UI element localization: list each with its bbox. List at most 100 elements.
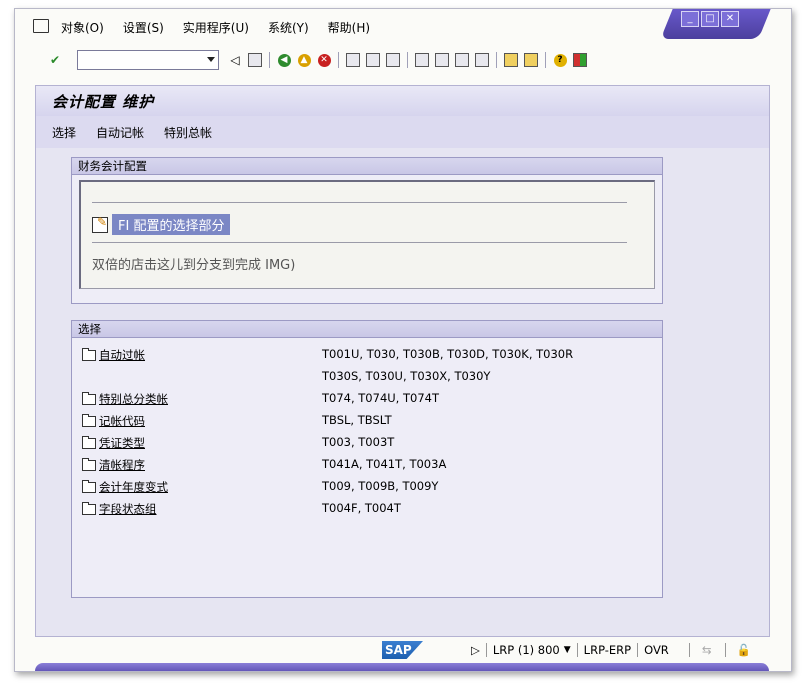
command-field[interactable] [77,50,219,70]
status-divider [485,643,487,657]
status-info: ▷ LRP (1) 800 ▼ LRP-ERP OVR ⇆ 🔓 [471,643,751,657]
status-divider [576,643,578,657]
command-dropdown-icon[interactable] [207,57,215,62]
prev-page-icon[interactable] [434,52,450,68]
selection-row[interactable]: 字段状态组 [82,501,157,517]
window-bottom-border [35,663,769,671]
minimize-button[interactable]: _ [681,11,699,27]
img-hint-text: 双倍的店击这儿到分支到完成 IMG) [92,258,296,273]
fi-config-label[interactable]: FI 配置的选择部分 [112,214,231,235]
lock-icon[interactable]: 🔓 [736,643,750,657]
table-list: T041A, T041T, T003A [322,457,447,471]
close-button[interactable]: ✕ [721,11,739,27]
selection-row[interactable]: 会计年度变式 [82,479,168,495]
status-bar: SAP ▷ LRP (1) 800 ▼ LRP-ERP OVR ⇆ 🔓 [15,637,791,665]
application-toolbar: 选择 自动记帐 特别总帐 [35,116,770,149]
content-area: 财务会计配置 ✎ FI 配置的选择部分 双倍的店击这儿到分支到完成 IMG) 选… [35,148,770,637]
print-icon[interactable] [345,52,361,68]
next-page-icon[interactable] [454,52,470,68]
selection-row[interactable]: 特别总分类帐 [82,391,168,407]
selection-link[interactable]: 记帐代码 [99,413,145,429]
fi-config-group: 财务会计配置 ✎ FI 配置的选择部分 双倍的店击这儿到分支到完成 IMG) [71,157,663,304]
menu-bar: 对象(O) 设置(S) 实用程序(U) 系统(Y) 帮助(H) [33,18,389,36]
status-divider [688,643,690,657]
maximize-button[interactable]: □ [701,11,719,27]
find-next-icon[interactable] [385,52,401,68]
menu-object[interactable]: 对象(O) [61,19,104,36]
group-title: 选择 [72,321,662,338]
selection-link[interactable]: 凭证类型 [99,435,145,451]
appbar-auto-posting-button[interactable]: 自动记帐 [96,124,144,141]
cancel-icon[interactable]: ✕ [316,52,332,68]
toolbar-separator [545,52,546,68]
status-expand-icon[interactable]: ▷ [471,643,480,657]
folder-icon [82,347,96,361]
help-icon[interactable]: ? [552,52,568,68]
back-icon[interactable]: ◀ [276,52,292,68]
last-page-icon[interactable] [474,52,490,68]
menu-settings[interactable]: 设置(S) [123,19,164,36]
new-session-icon[interactable] [503,52,519,68]
table-list: T009, T009B, T009Y [322,479,439,493]
folder-icon [82,479,96,493]
first-page-icon[interactable] [414,52,430,68]
table-list: T004F, T004T [322,501,401,515]
status-divider [725,643,727,657]
sap-logo: SAP [382,641,423,659]
selection-link[interactable]: 特别总分类帐 [99,391,168,407]
folder-icon [82,501,96,515]
appbar-select-button[interactable]: 选择 [52,124,76,141]
selection-row[interactable]: 记帐代码 [82,413,145,429]
toolbar-separator [269,52,270,68]
status-divider [637,643,639,657]
screen-title-bar: 会计配置 维护 [35,85,770,117]
fi-config-selection[interactable]: ✎ FI 配置的选择部分 [92,214,231,235]
find-icon[interactable] [365,52,381,68]
divider [92,242,627,243]
selection-row[interactable]: 自动过帐 [82,347,145,363]
folder-icon [82,391,96,405]
table-list: T003, T003T [322,435,395,449]
exit-icon[interactable]: ▲ [296,52,312,68]
window-controls: _ □ ✕ [681,11,739,27]
divider [92,202,627,203]
folder-icon [82,413,96,427]
system-dropdown-icon[interactable]: ▼ [564,645,571,655]
enter-check-icon[interactable]: ✔ [47,52,63,68]
folder-icon [82,435,96,449]
layout-menu-icon[interactable] [572,52,588,68]
selection-row[interactable]: 凭证类型 [82,435,145,451]
table-list: T074, T074U, T074T [322,391,439,405]
toolbar-separator [338,52,339,68]
table-list: T030S, T030U, T030X, T030Y [322,369,491,383]
shortcut-icon[interactable] [523,52,539,68]
toolbar-separator [496,52,497,68]
fi-config-panel: ✎ FI 配置的选择部分 双倍的店击这儿到分支到完成 IMG) [79,180,655,289]
system-info: LRP (1) 800 [492,643,560,657]
menu-utilities[interactable]: 实用程序(U) [183,19,249,36]
server-name: LRP-ERP [583,643,632,657]
appbar-special-gl-button[interactable]: 特别总帐 [164,124,212,141]
table-list: TBSL, TBSLT [322,413,392,427]
menu-help[interactable]: 帮助(H) [328,19,370,36]
selection-group: 选择 自动过帐 T001U, T030, T030B, T030D, T030K… [71,320,663,598]
selection-link[interactable]: 字段状态组 [99,501,157,517]
selection-link[interactable]: 会计年度变式 [99,479,168,495]
save-icon[interactable] [247,52,263,68]
selection-link[interactable]: 清帐程序 [99,457,145,473]
insert-mode[interactable]: OVR [644,643,669,657]
selection-row[interactable]: 清帐程序 [82,457,145,473]
collapse-left-icon[interactable]: ◁ [227,52,243,68]
system-menu-icon[interactable] [33,18,49,33]
toolbar-separator [407,52,408,68]
table-list: T001U, T030, T030B, T030D, T030K, T030R [322,347,574,361]
selection-link[interactable]: 自动过帐 [99,347,145,363]
group-title: 财务会计配置 [72,158,662,175]
edit-note-icon: ✎ [92,215,108,233]
standard-toolbar: ✔ ◁ ◀ ▲ ✕ ? [45,49,590,71]
connection-icon: ⇆ [701,643,712,657]
sap-window: _ □ ✕ 对象(O) 设置(S) 实用程序(U) 系统(Y) 帮助(H) ✔ … [14,8,792,672]
menu-system[interactable]: 系统(Y) [268,19,309,36]
folder-icon [82,457,96,471]
page-title: 会计配置 维护 [52,93,155,111]
